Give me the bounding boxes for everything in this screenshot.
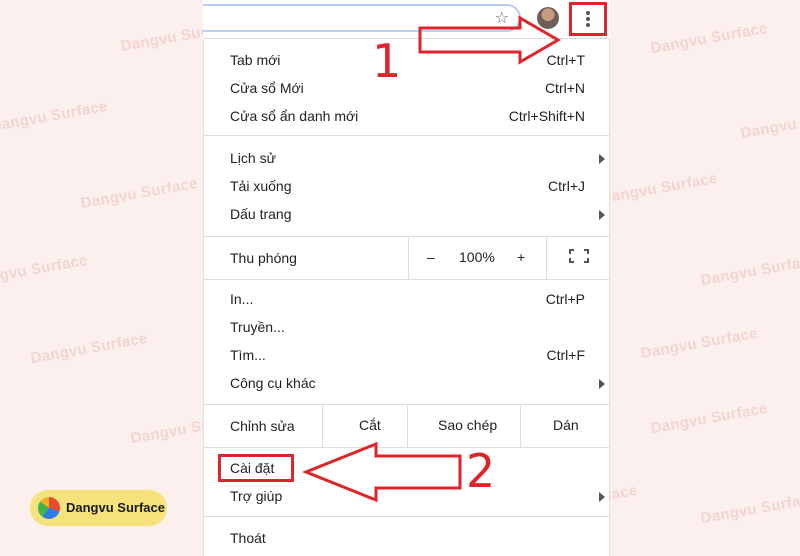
arrow-left-icon: [301, 441, 462, 503]
arrow-right-icon: [418, 15, 561, 65]
logo-icon: [38, 497, 60, 519]
step-number-1: 1: [372, 34, 402, 88]
step-number-2: 2: [466, 444, 496, 498]
brand-name: Dangvu Surface: [66, 500, 165, 515]
brand-logo: Dangvu Surface: [30, 490, 167, 526]
